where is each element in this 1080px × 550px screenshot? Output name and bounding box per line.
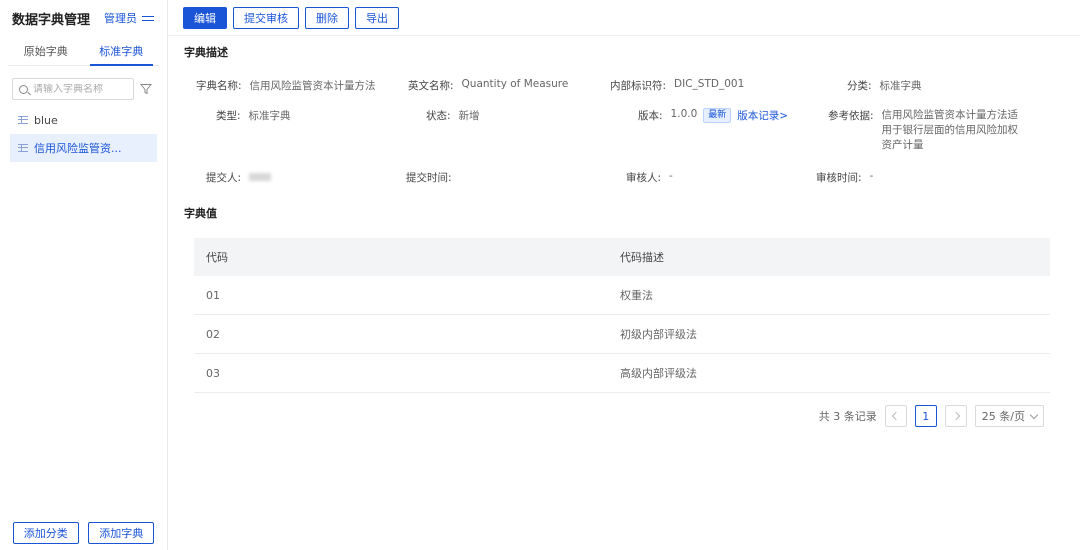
add-category-button[interactable]: 添加分类	[12, 522, 79, 544]
prev-page-button[interactable]	[884, 405, 907, 427]
submitter-label: 提交人:	[206, 172, 242, 184]
status-value: 新增	[458, 110, 480, 122]
submitter-blurred	[249, 173, 272, 181]
user-role: 管理员	[104, 12, 137, 25]
chevron-left-icon	[891, 411, 901, 421]
values-table: 代码 代码描述 01 权重法 02 初级内部评级法 03 高级内部评级法	[194, 238, 1050, 393]
dict-name-value: 信用风险监管资本计量方法	[249, 80, 376, 92]
export-button[interactable]: 导出	[355, 6, 399, 29]
field-submitter: 提交人:	[206, 170, 272, 185]
column-header-desc: 代码描述	[620, 251, 664, 264]
dict-name-label: 字典名称:	[196, 80, 242, 92]
cell-desc: 初级内部评级法	[620, 328, 697, 341]
sidebar-title: 数据字典管理	[12, 12, 91, 28]
table-row: 02 初级内部评级法	[194, 315, 1050, 354]
field-type: 类型: 标准字典	[216, 108, 291, 123]
internal-id-label: 内部标识符:	[610, 80, 667, 92]
tree-item-label: blue	[34, 113, 58, 127]
field-dict-name: 字典名称: 信用风险监管资本计量方法	[196, 78, 376, 93]
category-value: 标准字典	[879, 80, 922, 92]
field-review-time: 审核时间: -	[816, 170, 873, 185]
chevron-right-icon	[951, 411, 961, 421]
internal-id-value: DIC_STD_001	[674, 78, 745, 90]
field-status: 状态: 新增	[426, 108, 480, 123]
chevron-down-icon	[1029, 410, 1039, 419]
table-row: 01 权重法	[194, 276, 1050, 315]
review-time-value: -	[869, 170, 874, 182]
table-row: 03 高级内部评级法	[194, 354, 1050, 393]
sidebar-tabs: 原始字典 标准字典	[8, 36, 159, 66]
page-size-value: 25 条/页	[981, 410, 1025, 423]
en-name-value: Quantity of Measure	[461, 78, 569, 90]
desc-row: 类型: 标准字典 状态: 新增 版本: 1.0.0 最新 版本记录> 参考依据:…	[168, 108, 1080, 158]
review-time-label: 审核时间:	[816, 172, 862, 184]
table-header: 代码 代码描述	[194, 238, 1050, 276]
version-label: 版本:	[638, 110, 663, 122]
add-dictionary-button[interactable]: 添加字典	[88, 522, 155, 544]
search-icon	[19, 84, 28, 94]
page-size-select[interactable]: 25 条/页	[974, 405, 1044, 427]
delete-button[interactable]: 删除	[305, 6, 349, 29]
field-submit-time: 提交时间:	[406, 170, 452, 185]
filter-icon[interactable]	[140, 83, 152, 95]
field-internal-id: 内部标识符: DIC_STD_001	[610, 78, 744, 93]
tree-item-credit-risk[interactable]: 信用风险监管资...	[10, 134, 157, 162]
submit-time-label: 提交时间:	[406, 172, 452, 184]
desc-row: 提交人: 提交时间: 审核人: - 审核时间: -	[168, 170, 1080, 190]
cell-desc: 权重法	[620, 289, 653, 302]
field-version: 版本: 1.0.0 最新 版本记录>	[638, 108, 788, 123]
type-label: 类型:	[216, 110, 241, 122]
type-value: 标准字典	[248, 110, 291, 122]
table-icon	[18, 144, 28, 152]
field-category: 分类: 标准字典	[847, 78, 922, 93]
version-value: 1.0.0	[670, 108, 698, 120]
tab-raw-dictionary[interactable]: 原始字典	[8, 36, 84, 65]
category-label: 分类:	[847, 80, 872, 92]
reference-value: 信用风险监管资本计量方法适用于银行层面的信用风险加权资产计量	[881, 109, 1019, 151]
version-history-link[interactable]: 版本记录>	[737, 108, 788, 123]
search-box	[12, 78, 134, 100]
swap-icon	[141, 13, 155, 23]
page-number[interactable]: 1	[914, 405, 937, 427]
sidebar: 数据字典管理 管理员 原始字典 标准字典 blue 信用风险监管资... 添加分…	[0, 0, 168, 550]
user-switch[interactable]: 管理员	[104, 10, 155, 26]
status-label: 状态:	[426, 110, 451, 122]
en-name-label: 英文名称:	[408, 80, 454, 92]
cell-code: 03	[206, 366, 220, 380]
next-page-button[interactable]	[944, 405, 967, 427]
reference-label: 参考依据:	[828, 110, 874, 122]
reviewer-value: -	[669, 170, 673, 182]
sidebar-footer: 添加分类 添加字典	[0, 522, 167, 544]
total-records: 共 3 条记录	[818, 410, 877, 423]
reviewer-label: 审核人:	[626, 172, 662, 184]
sidebar-header: 数据字典管理 管理员	[0, 0, 167, 36]
cell-code: 01	[206, 288, 220, 302]
submit-review-button[interactable]: 提交审核	[233, 6, 299, 29]
tree-item-blue[interactable]: blue	[0, 106, 167, 134]
tree-item-label: 信用风险监管资...	[34, 142, 122, 155]
search-input[interactable]	[33, 83, 123, 95]
toolbar: 编辑 提交审核 删除 导出	[168, 0, 1080, 36]
search-row	[0, 66, 167, 106]
main-content: 编辑 提交审核 删除 导出 字典描述 字典名称: 信用风险监管资本计量方法 英文…	[168, 0, 1080, 550]
field-reviewer: 审核人: -	[626, 170, 673, 185]
field-reference: 参考依据: 信用风险监管资本计量方法适用于银行层面的信用风险加权资产计量	[828, 108, 1038, 153]
tab-standard-dictionary[interactable]: 标准字典	[84, 36, 160, 66]
description-title: 字典描述	[184, 46, 228, 59]
column-header-code: 代码	[206, 251, 228, 264]
latest-badge: 最新	[703, 108, 732, 123]
edit-button[interactable]: 编辑	[183, 6, 227, 29]
desc-row: 字典名称: 信用风险监管资本计量方法 英文名称: Quantity of Mea…	[168, 78, 1080, 98]
cell-desc: 高级内部评级法	[620, 367, 697, 380]
field-en-name: 英文名称: Quantity of Measure	[408, 78, 568, 93]
cell-code: 02	[206, 327, 220, 341]
table-icon	[18, 116, 28, 124]
values-title: 字典值	[184, 207, 217, 220]
pagination: 共 3 条记录 1 25 条/页	[819, 405, 1044, 427]
